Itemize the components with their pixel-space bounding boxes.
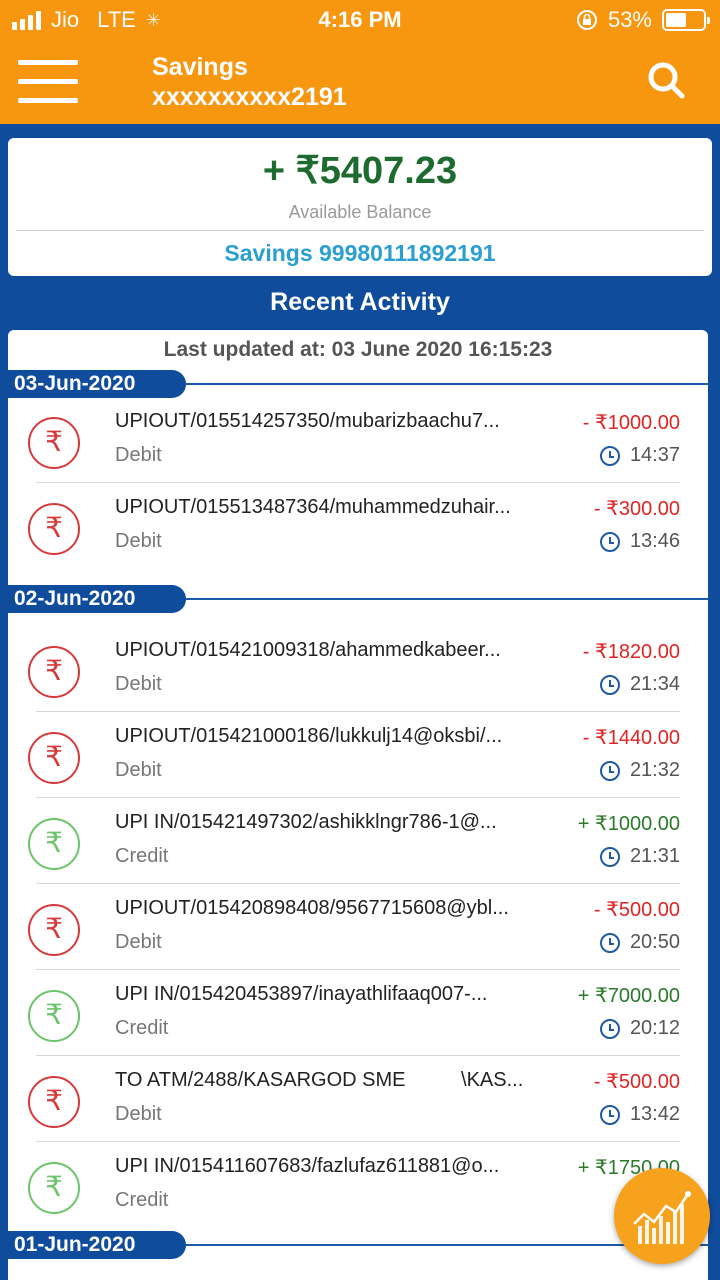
balance-card: + ₹5407.23 Available Balance Savings 999… — [8, 138, 712, 276]
transaction-time: 13:42 — [599, 1103, 680, 1126]
transaction-type: Debit — [115, 1103, 162, 1125]
available-balance-label: Available Balance — [288, 202, 432, 222]
transaction-row[interactable]: ₹ UPI IN/015411607683/fazlufaz611881@o..… — [8, 1142, 708, 1228]
status-bar: Jio LTE ✳ 4:16 PM 53% — [0, 0, 720, 40]
transaction-type: Debit — [115, 931, 162, 953]
transaction-time: 13:46 — [599, 530, 680, 553]
transaction-amount: - ₹1000.00 — [582, 412, 680, 434]
transaction-amount: - ₹300.00 — [593, 498, 680, 520]
transaction-amount: + ₹1000.00 — [577, 813, 680, 835]
time-value: 20:50 — [629, 931, 680, 953]
transaction-type: Credit — [115, 1189, 169, 1211]
account-title: Savings — [152, 53, 248, 81]
transaction-row[interactable]: ₹ UPIOUT/015421009318/ahammedkabeer... D… — [8, 626, 708, 712]
transaction-amount: - ₹500.00 — [593, 899, 680, 921]
clock-icon — [599, 1104, 620, 1125]
recent-activity-title: Recent Activity — [270, 288, 450, 316]
account-number-masked: xxxxxxxxxx2191 — [152, 83, 347, 111]
transaction-description: UPIOUT/015420898408/9567715608@ybl... — [115, 897, 509, 919]
rupee-debit-icon: ₹ — [28, 904, 80, 956]
transaction-description: UPI IN/015421497302/ashikklngr786-1@... — [115, 811, 497, 833]
rupee-credit-icon: ₹ — [28, 990, 80, 1042]
transaction-description: UPI IN/015411607683/fazlufaz611881@o... — [115, 1155, 500, 1177]
clock-icon — [599, 932, 620, 953]
rupee-credit-icon: ₹ — [28, 818, 80, 870]
rupee-credit-icon: ₹ — [28, 1162, 80, 1214]
clock-icon — [599, 846, 620, 867]
transaction-time: 14:37 — [599, 444, 680, 467]
transaction-row[interactable]: ₹ UPI IN/015421497302/ashikklngr786-1@..… — [8, 798, 708, 884]
app-bar: Savings xxxxxxxxxx2191 — [0, 40, 720, 124]
transaction-row[interactable]: ₹ UPIOUT/015420898408/9567715608@ybl... … — [8, 884, 708, 970]
transaction-type: Debit — [115, 530, 162, 552]
clock-icon — [599, 531, 620, 552]
rupee-debit-icon: ₹ — [28, 1076, 80, 1128]
search-icon[interactable] — [646, 60, 686, 100]
date-header: 01-Jun-2020 — [8, 1231, 186, 1259]
transaction-type: Debit — [115, 444, 162, 466]
transaction-type: Credit — [115, 845, 169, 867]
date-header: 02-Jun-2020 — [8, 585, 186, 613]
divider — [16, 230, 704, 231]
hamburger-menu-icon[interactable] — [18, 60, 78, 106]
rupee-debit-icon: ₹ — [28, 417, 80, 469]
last-updated-label: Last updated at: 03 June 2020 16:15:23 — [163, 338, 553, 361]
transaction-time: 20:12 — [599, 1017, 680, 1040]
transaction-description: UPIOUT/015421000186/lukkulj14@oksbi/... — [115, 725, 503, 747]
transaction-row[interactable]: ₹ UPIOUT/015513487364/muhammedzuhair... … — [8, 483, 708, 569]
transaction-time: 21:34 — [599, 673, 680, 696]
transaction-time: 20:50 — [599, 931, 680, 954]
transaction-row[interactable]: ₹ UPIOUT/015421000186/lukkulj14@oksbi/..… — [8, 712, 708, 798]
transaction-row[interactable]: ₹ UPIOUT/015514257350/mubarizbaachu7... … — [8, 397, 708, 483]
transaction-amount: + ₹7000.00 — [577, 985, 680, 1007]
rupee-debit-icon: ₹ — [28, 503, 80, 555]
transaction-amount: - ₹500.00 — [593, 1071, 680, 1093]
recent-activity-panel[interactable]: Last updated at: 03 June 2020 16:15:23 0… — [8, 330, 708, 1280]
transaction-description: UPI IN/015420453897/inayathlifaaq007-... — [115, 983, 488, 1005]
account-selector[interactable]: Savings 99980111892191 — [8, 240, 712, 267]
transaction-row[interactable]: ₹ TO ATM/2488/KASARGOD SME \KAS... Debit… — [8, 1056, 708, 1142]
time-value: 13:46 — [629, 530, 680, 552]
transaction-amount: - ₹1820.00 — [582, 641, 680, 663]
transaction-time: 21:32 — [599, 759, 680, 782]
time-value: 21:31 — [629, 845, 680, 867]
transaction-description: UPIOUT/015421009318/ahammedkabeer... — [115, 639, 501, 661]
clock-icon — [599, 674, 620, 695]
transaction-row[interactable]: ₹ UPI IN/015420453897/inayathlifaaq007-.… — [8, 970, 708, 1056]
transaction-description: TO ATM/2488/KASARGOD SME \KAS... — [115, 1069, 524, 1091]
clock-icon — [599, 1018, 620, 1039]
status-right: 53% — [576, 7, 710, 33]
rupee-debit-icon: ₹ — [28, 732, 80, 784]
transaction-amount: - ₹1440.00 — [582, 727, 680, 749]
clock-icon — [599, 760, 620, 781]
rupee-debit-icon: ₹ — [28, 646, 80, 698]
transaction-description: UPIOUT/015513487364/muhammedzuhair... — [115, 496, 511, 518]
transaction-time: 21:31 — [599, 845, 680, 868]
battery-percent: 53% — [607, 7, 652, 32]
time-value: 14:37 — [629, 444, 680, 466]
transaction-type: Debit — [115, 759, 162, 781]
time-value: 13:42 — [629, 1103, 680, 1125]
analytics-fab-button[interactable] — [614, 1168, 710, 1264]
clock-icon — [599, 445, 620, 466]
time-value: 21:34 — [629, 673, 680, 695]
analytics-chart-icon — [633, 1191, 691, 1244]
transaction-description: UPIOUT/015514257350/mubarizbaachu7... — [115, 410, 500, 432]
battery-icon — [662, 9, 710, 31]
time-value: 21:32 — [629, 759, 680, 781]
rotation-lock-icon — [576, 10, 597, 30]
transaction-type: Credit — [115, 1017, 169, 1039]
transaction-type: Debit — [115, 673, 162, 695]
time-value: 20:12 — [629, 1017, 680, 1039]
available-balance-amount: + ₹5407.23 — [262, 150, 458, 192]
date-header: 03-Jun-2020 — [8, 370, 186, 398]
